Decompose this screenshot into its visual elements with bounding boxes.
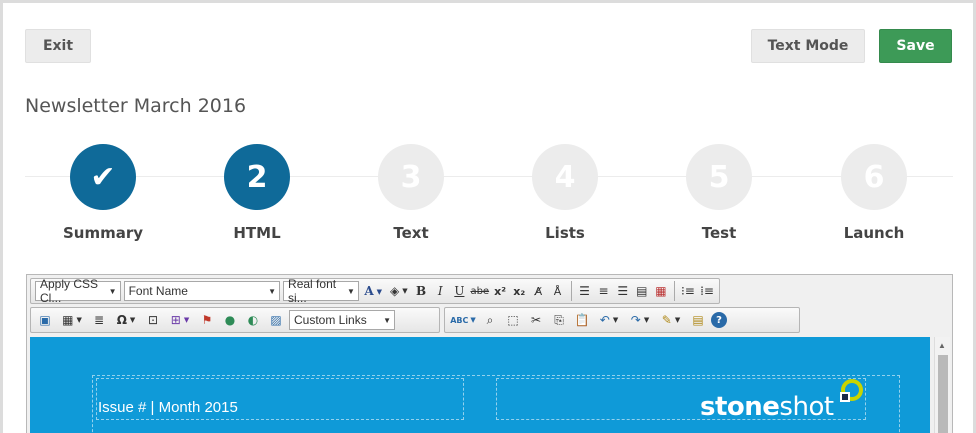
paste-icon[interactable]: 📋 <box>572 310 592 330</box>
spellcheck-icon[interactable]: ABC ▼ <box>449 310 477 330</box>
css-class-select-value: Apply CSS Cl... <box>40 277 99 305</box>
css-class-select[interactable]: Apply CSS Cl... ▼ <box>35 277 121 305</box>
clear-format-icon[interactable]: Å <box>549 281 565 301</box>
email-preview-canvas[interactable]: Issue # | Month 2015 stoneshot <box>30 337 930 433</box>
format-stripper-icon[interactable]: A̸ <box>530 281 546 301</box>
toolbar-row-2b: ABC ▼ ⌕ ⬚ ✂ ⎘ 📋 ↶ ▼ ↷ ▼ ✎ ▼ ▤ ? <box>444 307 800 333</box>
html-editor: Apply CSS Cl... ▼ Font Name ▼ Real font si… <box>26 274 953 433</box>
toolbar-row-1: Apply CSS Cl... ▼ Font Name ▼ Real font si… <box>30 277 720 305</box>
scroll-up-icon[interactable]: ▲ <box>938 341 946 350</box>
step-label: Text <box>393 224 429 242</box>
toolbar-separator <box>570 281 572 301</box>
text-mode-button[interactable]: Text Mode <box>751 29 865 63</box>
step-label: Lists <box>545 224 585 242</box>
step-text[interactable]: 3 Text <box>351 144 471 242</box>
step-number: 6 <box>841 144 907 210</box>
step-summary[interactable]: ✔ Summary <box>43 144 163 242</box>
step-number: 5 <box>686 144 752 210</box>
step-number: 4 <box>532 144 598 210</box>
toolbar-row-2a: ▣ ▦ ▼ ≣ Ω ▼ ⊡ ⊞ ▼ ⚑ ● ◐ ▨ Custom Links ▼ <box>30 307 440 333</box>
chevron-down-icon: ▼ <box>347 286 355 296</box>
underline-icon[interactable]: U <box>451 281 467 301</box>
logo-text-regular: shot <box>779 392 834 422</box>
step-label: HTML <box>233 224 281 242</box>
save-button[interactable]: Save <box>879 29 952 63</box>
insert-table-icon[interactable]: ▦ ▼ <box>58 310 86 330</box>
superscript-icon[interactable]: x² <box>492 281 508 301</box>
align-center-icon[interactable]: ≡ <box>596 281 612 301</box>
highlight-color-icon[interactable]: ◈ ▼ <box>388 281 411 301</box>
font-name-select-value: Font Name <box>128 284 188 298</box>
stoneshot-logo: stoneshot <box>700 392 834 422</box>
flash-manager-icon[interactable]: ▨ <box>266 310 286 330</box>
strikethrough-icon[interactable]: abe <box>470 281 489 301</box>
unlink-icon[interactable]: ◐ <box>243 310 263 330</box>
step-label: Test <box>701 224 737 242</box>
logo-text-bold: stone <box>700 392 780 422</box>
justify-icon[interactable]: ▤ <box>634 281 650 301</box>
editor-scrollbar[interactable]: ▲ <box>934 337 950 433</box>
insert-form-icon[interactable]: ⊡ <box>143 310 163 330</box>
image-manager-icon[interactable]: ▣ <box>35 310 55 330</box>
align-right-icon[interactable]: ☰ <box>615 281 631 301</box>
find-icon[interactable]: ⌕ <box>480 310 500 330</box>
spellcheck-label: ABC <box>450 315 469 325</box>
subscript-icon[interactable]: x₂ <box>511 281 527 301</box>
italic-icon[interactable]: I <box>432 281 448 301</box>
remove-alignment-icon[interactable]: ▦ <box>653 281 669 301</box>
numbered-list-icon[interactable]: ⁝≡ <box>680 281 696 301</box>
page-title: Newsletter March 2016 <box>25 95 247 117</box>
hyperlink-icon[interactable]: ● <box>220 310 240 330</box>
step-launch[interactable]: 6 Launch <box>814 144 934 242</box>
app-frame: Exit Text Mode Save Newsletter March 201… <box>0 0 976 433</box>
step-lists[interactable]: 4 Lists <box>505 144 625 242</box>
logo-mark-icon <box>840 379 863 402</box>
exit-button[interactable]: Exit <box>25 29 91 63</box>
step-label: Launch <box>843 224 905 242</box>
paste-from-word-icon[interactable]: ▤ <box>688 310 708 330</box>
font-size-select-value: Real font si... <box>288 277 337 305</box>
special-chars-icon[interactable]: Ω ▼ <box>112 310 140 330</box>
align-left-icon[interactable]: ☰ <box>576 281 592 301</box>
chevron-down-icon: ▼ <box>383 315 391 325</box>
chevron-down-icon: ▼ <box>108 286 117 296</box>
step-number: 3 <box>378 144 444 210</box>
font-color-icon[interactable]: A ▼ <box>362 281 385 301</box>
step-test[interactable]: 5 Test <box>659 144 779 242</box>
font-size-select[interactable]: Real font si... ▼ <box>283 277 359 305</box>
select-all-icon[interactable]: ⬚ <box>503 310 523 330</box>
horizontal-rule-icon[interactable]: ≣ <box>89 310 109 330</box>
insert-snippet-icon[interactable]: ⊞ ▼ <box>166 310 194 330</box>
scrollbar-thumb[interactable] <box>938 355 948 433</box>
font-name-select[interactable]: Font Name ▼ <box>123 281 281 301</box>
issue-heading: Issue # | Month 2015 <box>98 399 238 416</box>
link-manager-icon[interactable]: ⚑ <box>197 310 217 330</box>
step-html[interactable]: 2 HTML <box>197 144 317 242</box>
custom-links-select-value: Custom Links <box>294 313 367 327</box>
copy-icon[interactable]: ⎘ <box>549 310 569 330</box>
checkmark-icon: ✔ <box>70 144 136 210</box>
bullet-list-icon[interactable]: ⁞≡ <box>699 281 715 301</box>
format-painter-icon[interactable]: ✎ ▼ <box>657 310 685 330</box>
chevron-down-icon: ▼ <box>268 286 277 296</box>
help-icon[interactable]: ? <box>711 312 727 328</box>
bold-icon[interactable]: B <box>413 281 429 301</box>
undo-icon[interactable]: ↶ ▼ <box>595 310 623 330</box>
step-number: 2 <box>224 144 290 210</box>
toolbar-separator <box>674 281 675 301</box>
custom-links-select[interactable]: Custom Links ▼ <box>289 310 395 330</box>
cut-icon[interactable]: ✂ <box>526 310 546 330</box>
step-label: Summary <box>62 224 144 242</box>
redo-icon[interactable]: ↷ ▼ <box>626 310 654 330</box>
